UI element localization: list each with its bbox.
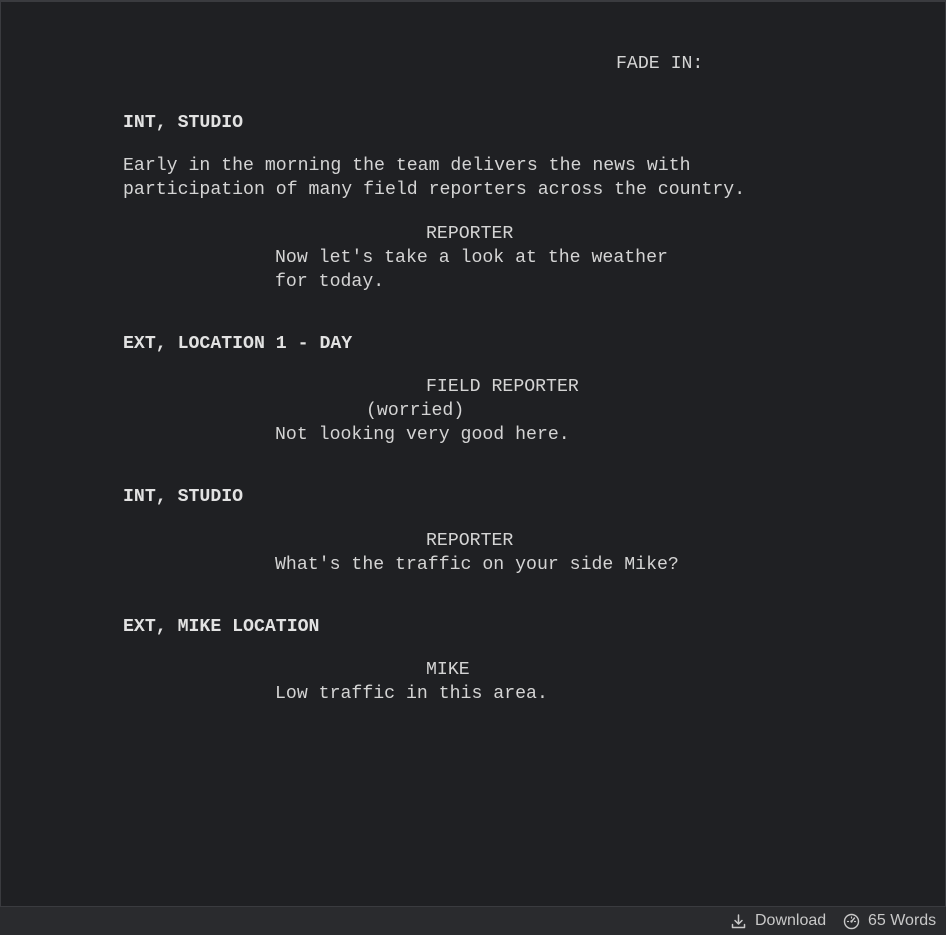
scene-heading: INT, STUDIO [123,487,244,507]
gauge-icon [843,913,860,929]
parenthetical: (worried) [366,401,465,421]
status-bar: Download 65 Words [0,906,946,935]
character-name: REPORTER [426,224,514,244]
download-icon [731,913,746,928]
dialogue-line: Now let's take a look at the weather [275,248,668,268]
transition-fade-in: FADE IN: [616,54,704,74]
word-count-label: 65 Words [868,912,937,929]
scene-heading: EXT, LOCATION 1 - DAY [123,334,353,354]
action-line: participation of many field reporters ac… [123,180,746,200]
dialogue-line: Low traffic in this area. [275,684,548,704]
download-label: Download [755,912,827,929]
character-name: MIKE [426,660,470,680]
character-name: REPORTER [426,531,514,551]
screenplay-editor[interactable]: FADE IN: INT, STUDIO Early in the mornin… [0,0,946,907]
download-button[interactable]: Download [730,910,826,932]
scene-heading: INT, STUDIO [123,113,244,133]
dialogue-line: for today. [275,272,385,292]
action-line: Early in the morning the team delivers t… [123,156,691,176]
word-count: 65 Words [843,910,936,932]
dialogue-line: Not looking very good here. [275,425,570,445]
character-name: FIELD REPORTER [426,377,579,397]
dialogue-line: What's the traffic on your side Mike? [275,555,679,575]
scene-heading: EXT, MIKE LOCATION [123,617,320,637]
